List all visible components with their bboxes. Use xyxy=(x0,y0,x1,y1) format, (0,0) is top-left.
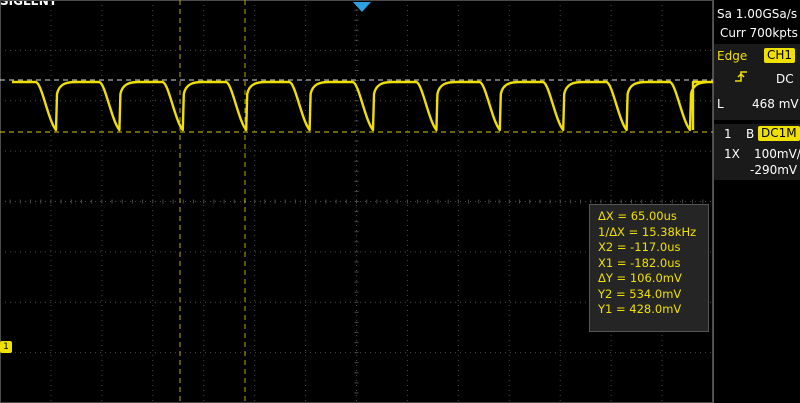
trigger-level-value: 468 mV xyxy=(752,97,799,111)
probe-attenuation: 1X xyxy=(724,147,740,161)
channel-number: 1 xyxy=(724,127,732,141)
trigger-source-badge[interactable]: CH1 xyxy=(764,48,796,63)
x2-readout: X2 = -117.0us xyxy=(598,240,681,254)
vertical-offset: -290mV xyxy=(750,163,798,177)
cursor-measurement-box: ΔX = 65.00us 1/ΔX = 15.38kHz X2 = -117.0… xyxy=(589,204,709,332)
y1-readout: Y1 = 428.0mV xyxy=(598,302,682,316)
delta-y-readout: ΔY = 106.0mV xyxy=(598,271,682,285)
trigger-coupling: DC xyxy=(776,72,794,86)
right-info-panel: Sa 1.00GSa/s Curr 700kpts Edge CH1 DC L … xyxy=(713,0,800,403)
memory-depth: Curr 700kpts xyxy=(720,26,798,40)
trigger-level-label: L xyxy=(717,97,724,111)
trigger-type: Edge xyxy=(717,49,748,63)
rising-edge-icon xyxy=(735,71,747,82)
channel1-offset-marker[interactable]: 1 xyxy=(0,341,12,353)
channel1-trace xyxy=(12,80,713,132)
vertical-scale: 100mV/ xyxy=(754,147,800,161)
channel-coupling-badge[interactable]: DC1M xyxy=(758,126,800,141)
delta-x-readout: ΔX = 65.00us xyxy=(598,209,677,223)
x1-readout: X1 = -182.0us xyxy=(598,255,681,270)
waveform-display[interactable]: SIGLENT 1 ΔX = 65.00us 1/ΔX = 15.38kHz X… xyxy=(0,0,713,403)
y2-readout: Y2 = 534.0mV xyxy=(598,286,682,301)
graticule xyxy=(0,0,713,403)
bandwidth-limit-label: B xyxy=(746,127,755,141)
sample-rate: Sa 1.00GSa/s xyxy=(717,7,798,21)
trigger-position-arrow[interactable] xyxy=(353,0,371,12)
frequency-readout: 1/ΔX = 15.38kHz xyxy=(598,224,697,239)
